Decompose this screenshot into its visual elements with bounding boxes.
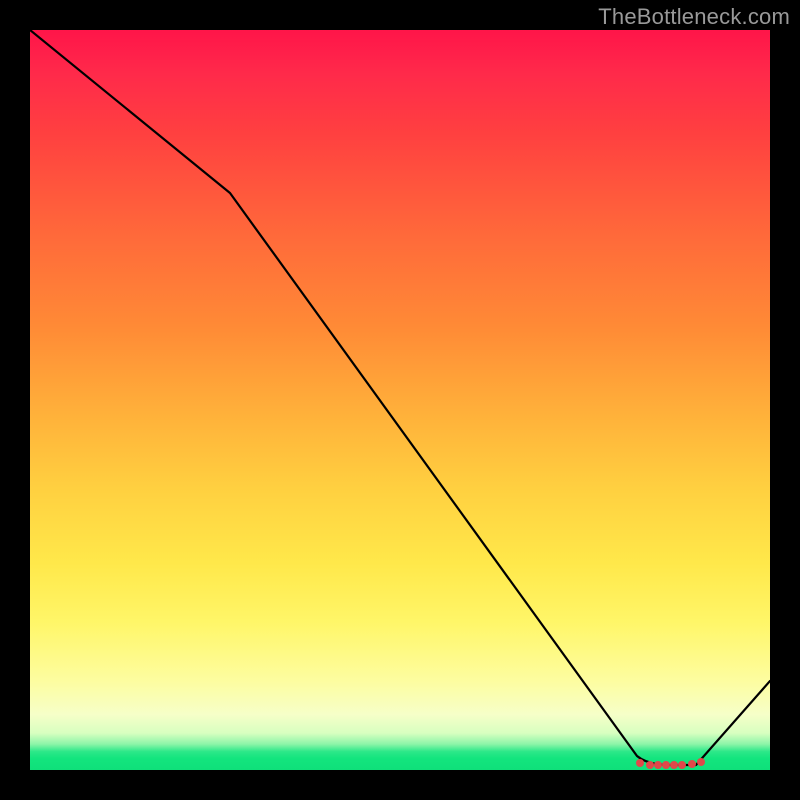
main-curve: [30, 30, 770, 765]
plot-area: [30, 30, 770, 770]
attribution-text: TheBottleneck.com: [598, 4, 790, 30]
chart-frame: TheBottleneck.com: [0, 0, 800, 800]
curve-overlay: [30, 30, 770, 770]
flat-region-markers: [636, 758, 705, 769]
